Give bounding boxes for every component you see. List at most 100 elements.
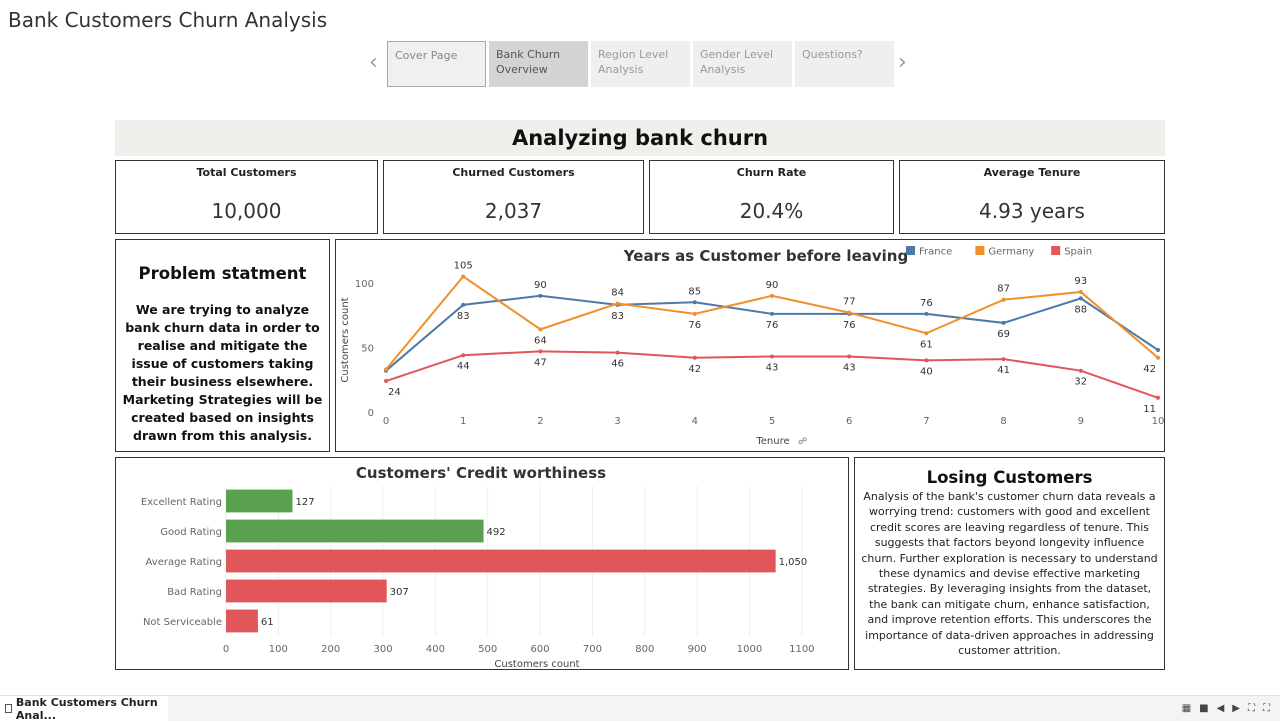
data-label: 11 <box>1143 404 1156 415</box>
chevron-left-icon[interactable]: ‹ <box>369 52 378 74</box>
data-label: 93 <box>1074 276 1087 287</box>
data-label: 40 <box>920 366 933 377</box>
data-label: 43 <box>843 362 856 373</box>
data-point-spain[interactable] <box>847 354 852 359</box>
tab-gender-level-analysis[interactable]: Gender Level Analysis <box>693 41 792 87</box>
sheet-tab[interactable]: Bank Customers Churn Anal... <box>0 696 168 722</box>
data-point-spain[interactable] <box>924 358 929 363</box>
data-label: 76 <box>843 320 856 331</box>
kpi-label: Churn Rate <box>736 166 807 179</box>
data-point-france[interactable] <box>1078 296 1083 301</box>
x-tick-label: 100 <box>269 644 288 655</box>
data-point-germany[interactable] <box>1156 355 1160 360</box>
data-point-germany[interactable] <box>1078 289 1083 294</box>
series-line-france[interactable] <box>385 294 1159 372</box>
pin-icon[interactable]: ☍ <box>798 437 807 447</box>
data-point-spain[interactable] <box>615 350 620 355</box>
x-tick-label: 200 <box>321 644 340 655</box>
problem-statement-text: We are trying to analyze bank churn data… <box>122 302 323 443</box>
category-label: Average Rating <box>146 557 222 568</box>
credit-bar-chart: Customers' Credit worthiness Customers c… <box>141 464 815 670</box>
chevron-right-icon[interactable]: › <box>898 52 907 74</box>
data-point-germany[interactable] <box>770 293 774 298</box>
tab-cover-page[interactable]: Cover Page <box>387 41 486 87</box>
data-label: 105 <box>454 260 473 271</box>
data-point-spain[interactable] <box>1078 368 1083 373</box>
data-label: 83 <box>611 311 624 322</box>
data-point-france[interactable] <box>538 293 543 298</box>
data-point-germany[interactable] <box>924 331 929 336</box>
credit-bar-chart-panel: Customers' Credit worthiness Customers c… <box>115 457 849 670</box>
next-page-icon[interactable]: ▶ <box>1232 703 1240 714</box>
first-page-icon[interactable]: ◀ <box>1217 703 1225 714</box>
data-label: 44 <box>457 361 470 372</box>
data-point-france[interactable] <box>461 302 466 307</box>
legend-label[interactable]: Spain <box>1064 247 1092 258</box>
x-tick-label: 6 <box>846 416 852 427</box>
x-tick-label: 4 <box>692 416 698 427</box>
x-tick-label: 8 <box>1000 416 1006 427</box>
kpi-churn-rate: Churn Rate 20.4% <box>649 160 894 234</box>
data-point-spain[interactable] <box>461 353 466 358</box>
bar-bad-rating[interactable] <box>226 579 387 603</box>
data-point-germany[interactable] <box>615 301 620 306</box>
data-label: 61 <box>920 339 933 350</box>
data-label: 76 <box>920 298 933 309</box>
fullscreen-icon[interactable]: ⛶ <box>1263 703 1270 714</box>
data-label: 42 <box>688 364 701 375</box>
x-tick-label: 0 <box>383 416 389 427</box>
data-point-france[interactable] <box>924 311 929 316</box>
data-point-germany[interactable] <box>538 327 543 332</box>
data-label: 83 <box>457 311 470 322</box>
data-point-france[interactable] <box>1156 348 1160 353</box>
bar-excellent-rating[interactable] <box>226 489 293 513</box>
data-point-spain[interactable] <box>384 379 388 384</box>
data-label: 46 <box>611 359 624 370</box>
fit-icon[interactable]: ⛶ <box>1248 703 1255 714</box>
data-point-spain[interactable] <box>692 355 697 360</box>
data-point-france[interactable] <box>692 300 697 305</box>
data-point-germany[interactable] <box>1001 297 1006 302</box>
bar-good-rating[interactable] <box>226 519 484 543</box>
data-point-france[interactable] <box>1001 320 1006 325</box>
tab-region-level-analysis[interactable]: Region Level Analysis <box>591 41 690 87</box>
page-title: Bank Customers Churn Analysis <box>8 8 328 32</box>
bar-average-rating[interactable] <box>226 549 776 573</box>
problem-statement-panel: Problem statment We are trying to analyz… <box>115 239 330 452</box>
legend-label[interactable]: France <box>919 247 952 258</box>
data-point-germany[interactable] <box>847 310 852 315</box>
grid-view-icon[interactable]: ▦ <box>1182 703 1191 714</box>
x-tick-label: 9 <box>1078 416 1084 427</box>
data-point-spain[interactable] <box>1156 395 1160 400</box>
square-icon[interactable]: ■ <box>1199 703 1208 714</box>
x-tick-label: 600 <box>531 644 550 655</box>
data-point-germany[interactable] <box>461 274 466 279</box>
legend-swatch <box>1051 246 1061 255</box>
data-point-spain[interactable] <box>1001 357 1006 362</box>
data-label: 88 <box>1074 304 1087 315</box>
tab-bank-churn-overview[interactable]: Bank Churn Overview <box>489 41 588 87</box>
category-label: Good Rating <box>160 527 222 538</box>
data-label: 69 <box>997 329 1010 340</box>
losing-customers-panel: Losing Customers Analysis of the bank's … <box>854 457 1165 670</box>
data-point-spain[interactable] <box>770 354 774 359</box>
tenure-line-chart-panel: Years as Customer before leaving Custome… <box>335 239 1165 452</box>
kpi-value: 4.93 years <box>979 199 1085 223</box>
data-point-spain[interactable] <box>538 349 543 354</box>
data-point-germany[interactable] <box>384 367 388 372</box>
bar-not-serviceable[interactable] <box>226 609 258 633</box>
bar-value-label: 1,050 <box>779 557 808 568</box>
data-label: 90 <box>534 280 547 291</box>
losing-customers-title: Losing Customers <box>926 468 1093 487</box>
data-point-germany[interactable] <box>692 311 697 316</box>
chart-legend: France Germany Spain <box>906 246 1092 258</box>
data-point-france[interactable] <box>770 311 774 316</box>
x-tick-label: 1100 <box>789 644 814 655</box>
tab-questions[interactable]: Questions? <box>795 41 894 87</box>
data-label: 41 <box>997 365 1010 376</box>
kpi-label: Churned Customers <box>452 166 575 179</box>
x-tick-label: 1 <box>460 416 466 427</box>
data-label: 76 <box>688 320 701 331</box>
x-tick-label: 1000 <box>737 644 762 655</box>
legend-label[interactable]: Germany <box>988 247 1034 258</box>
